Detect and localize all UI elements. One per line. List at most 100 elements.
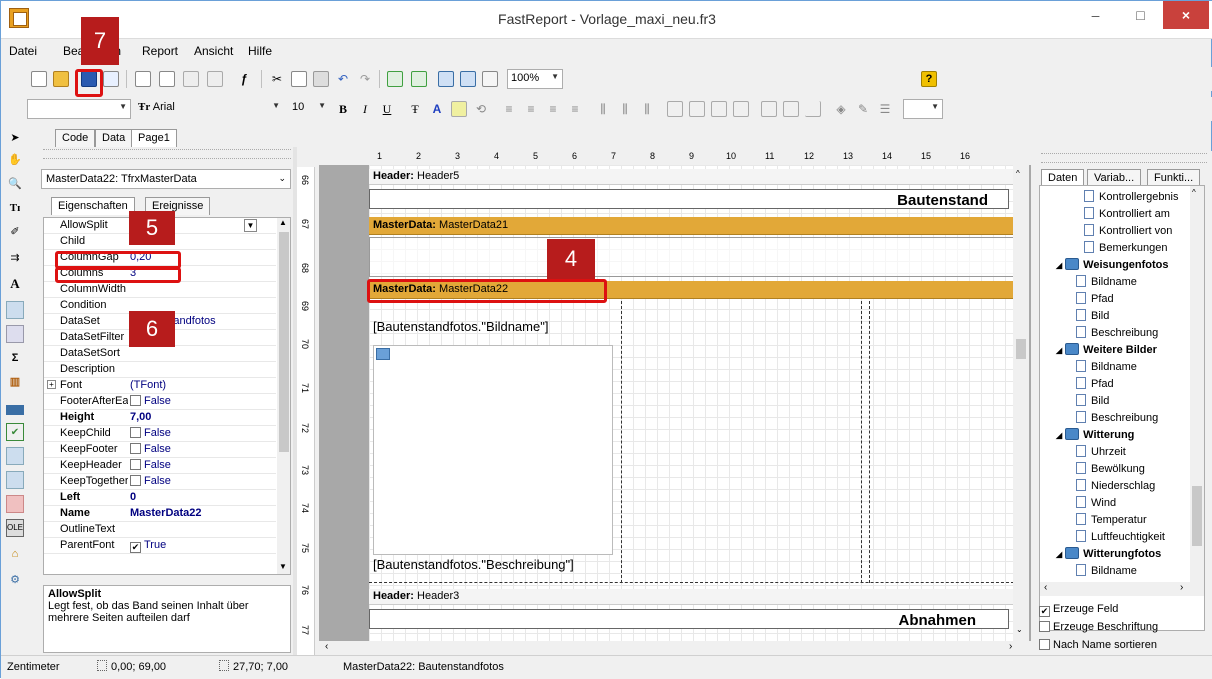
property-value[interactable]: False: [130, 395, 171, 407]
tree-item[interactable]: Beschreibung: [1076, 326, 1158, 339]
highlight-icon[interactable]: [451, 101, 467, 117]
tree-item[interactable]: Beschreibung: [1076, 411, 1158, 424]
gradient-icon[interactable]: [6, 495, 24, 513]
menu-datei[interactable]: Datei: [9, 44, 37, 58]
checkbox[interactable]: [1039, 621, 1050, 632]
crosstab-icon[interactable]: [6, 471, 24, 489]
property-row[interactable]: KeepChild False: [44, 426, 276, 442]
header3-band[interactable]: Header: Header3: [369, 589, 1019, 605]
tree-group[interactable]: ◢ Weisungenfotos: [1056, 258, 1169, 271]
panel-grip[interactable]: [1041, 153, 1207, 163]
property-row[interactable]: KeepHeader False: [44, 458, 276, 474]
property-row[interactable]: OutlineText: [44, 522, 276, 538]
property-scrollbar[interactable]: ▲ ▼: [277, 218, 290, 574]
menu-report[interactable]: Report: [142, 44, 178, 58]
chevron-left-icon[interactable]: ‹: [1044, 582, 1047, 593]
new-dialog-icon[interactable]: [159, 71, 175, 87]
font-dialog-icon[interactable]: Ŧ: [407, 101, 423, 117]
select-tool-icon[interactable]: ➤: [6, 129, 24, 147]
frame-width-select[interactable]: ▼: [903, 99, 943, 119]
tree-item[interactable]: Kontrolliert am: [1084, 207, 1170, 220]
tree-item[interactable]: Niederschlag: [1076, 479, 1155, 492]
picture-object[interactable]: [373, 345, 613, 555]
property-value[interactable]: False: [130, 427, 171, 439]
tree-item[interactable]: Bemerkungen: [1084, 241, 1168, 254]
line-icon[interactable]: [6, 405, 24, 415]
chevron-down-icon[interactable]: ◢: [1056, 346, 1062, 355]
maximize-button[interactable]: □: [1118, 1, 1163, 29]
tree-item[interactable]: Bildname: [1076, 564, 1137, 577]
subreport-icon[interactable]: [6, 325, 24, 343]
checkbox[interactable]: [130, 459, 141, 470]
property-value[interactable]: False: [130, 475, 171, 487]
chevron-up-icon[interactable]: ▲: [279, 218, 287, 227]
chevron-right-icon[interactable]: ›: [1009, 641, 1012, 652]
new-icon[interactable]: [31, 71, 47, 87]
paste-icon[interactable]: [313, 71, 329, 87]
chevron-down-icon[interactable]: ⌄: [1016, 625, 1023, 634]
zoom-tool-icon[interactable]: 🔍: [6, 175, 24, 193]
scrollbar-thumb[interactable]: [279, 232, 289, 452]
property-value[interactable]: False: [130, 443, 171, 455]
tree-item[interactable]: Kontrolliert von: [1084, 224, 1172, 237]
bold-icon[interactable]: B: [335, 101, 351, 117]
property-row[interactable]: KeepFooter False: [44, 442, 276, 458]
scrollbar-thumb[interactable]: [1192, 486, 1202, 546]
panel-grip[interactable]: [43, 149, 291, 159]
property-value[interactable]: MasterData22: [130, 507, 202, 519]
align-right-icon[interactable]: ≡: [545, 101, 561, 117]
font-size-select[interactable]: 10 ▼: [289, 99, 329, 119]
property-row[interactable]: DataSetSort: [44, 346, 276, 362]
ungroup-icon[interactable]: [411, 71, 427, 87]
tree-group[interactable]: ◢ Weitere Bilder: [1056, 343, 1157, 356]
design-hscrollbar[interactable]: ‹ ›: [319, 641, 1031, 655]
show-grid-icon[interactable]: [438, 71, 454, 87]
frame-all-icon[interactable]: [761, 101, 777, 117]
tree-item[interactable]: Uhrzeit: [1076, 445, 1126, 458]
valign-bottom-icon[interactable]: ⫼: [639, 101, 655, 117]
tab-page1[interactable]: Page1: [131, 129, 177, 147]
valign-center-icon[interactable]: ⫼: [617, 101, 633, 117]
insert-band-icon[interactable]: ⇉: [6, 249, 24, 267]
richtext-icon[interactable]: [6, 447, 24, 465]
font-color-icon[interactable]: A: [429, 101, 445, 117]
frame-style-icon[interactable]: ☰: [877, 101, 893, 117]
tree-group[interactable]: ◢ Witterungfotos: [1056, 547, 1161, 560]
redo-icon[interactable]: ↷: [357, 71, 373, 87]
property-row[interactable]: Height 7,00: [44, 410, 276, 426]
rotation-icon[interactable]: ⟲: [473, 101, 489, 117]
chevron-up-icon[interactable]: ^: [1192, 188, 1196, 197]
chevron-down-icon[interactable]: ◢: [1056, 431, 1062, 440]
property-row[interactable]: ParentFont ✔ True: [44, 538, 276, 554]
checkbox[interactable]: ✔: [1039, 606, 1050, 617]
shadow-icon[interactable]: [805, 101, 821, 117]
copy-icon[interactable]: [291, 71, 307, 87]
tree-item[interactable]: Pfad: [1076, 292, 1114, 305]
dropdown-icon[interactable]: ▼: [244, 219, 257, 232]
header5-content[interactable]: Bautenstand: [369, 189, 1009, 209]
chevron-down-icon[interactable]: ▼: [279, 562, 287, 571]
chevron-right-icon[interactable]: ›: [1180, 582, 1183, 593]
ole-object-icon[interactable]: OLE: [6, 519, 24, 537]
frame-none-icon[interactable]: [783, 101, 799, 117]
checkbox-object-icon[interactable]: ✔: [6, 423, 24, 441]
underline-icon[interactable]: U: [379, 101, 395, 117]
tree-item[interactable]: Bild: [1076, 394, 1109, 407]
menu-ansicht[interactable]: Ansicht: [194, 44, 233, 58]
style-select[interactable]: ▼: [27, 99, 131, 119]
tree-hscrollbar[interactable]: ‹ ›: [1040, 582, 1204, 596]
system-text-icon[interactable]: Σ: [6, 349, 24, 367]
text-tool-icon[interactable]: Tɪ: [6, 199, 24, 217]
masterdata21-content[interactable]: [369, 237, 1019, 277]
tree-item[interactable]: Luftfeuchtigkeit: [1076, 530, 1165, 543]
chevron-down-icon[interactable]: ◢: [1056, 550, 1062, 559]
tree-vscrollbar[interactable]: ^: [1190, 186, 1204, 582]
property-row[interactable]: ColumnWidth: [44, 282, 276, 298]
tree-item[interactable]: Bewölkung: [1076, 462, 1145, 475]
variables-icon[interactable]: ƒ: [236, 71, 252, 87]
menu-hilfe[interactable]: Hilfe: [248, 44, 272, 58]
header3-content[interactable]: Abnahmen: [369, 609, 1009, 629]
checkbox[interactable]: [130, 395, 141, 406]
frame-left-icon[interactable]: [711, 101, 727, 117]
checkbox[interactable]: [130, 443, 141, 454]
